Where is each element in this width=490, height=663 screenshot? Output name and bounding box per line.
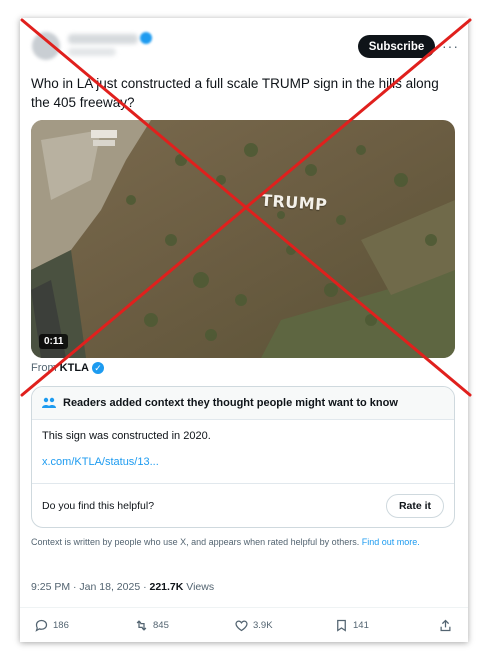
rate-it-button[interactable]: Rate it [386,494,444,518]
video-duration: 0:11 [39,334,69,349]
share-button[interactable] [438,618,453,633]
community-note-body: This sign was constructed in 2020. [42,430,211,442]
blurred-handle[interactable] [68,48,116,56]
people-icon [42,397,56,408]
bookmark-button[interactable]: 141 [334,618,369,633]
action-bar: 186 845 3.9K 141 [20,618,468,638]
tweet-card: Subscribe ··· Who in LA just constructed… [20,18,468,642]
from-prefix: From [31,362,57,374]
divider [20,607,468,608]
tweet-text: Who in LA just constructed a full scale … [31,76,439,110]
more-options-icon[interactable]: ··· [442,38,459,54]
reply-button[interactable]: 186 [34,618,69,633]
community-note: Readers added context they thought peopl… [31,386,455,528]
bookmark-count: 141 [353,620,369,631]
views-count: 221.7K [149,581,184,593]
bookmark-icon [337,619,346,632]
helpful-question: Do you find this helpful? [42,499,155,512]
aerial-hillside-image [31,120,455,358]
find-out-more-link[interactable]: Find out more. [362,537,420,547]
community-note-title: Readers added context they thought peopl… [63,397,398,409]
helpful-prompt: Do you find this helpful? Rate it [32,483,454,527]
disclaimer-text: Context is written by people who use X, … [31,537,360,547]
source-name-link[interactable]: KTLA [60,362,89,374]
share-icon [440,619,451,632]
reply-icon [35,619,48,632]
like-button[interactable]: 3.9K [234,618,273,633]
repost-icon [136,620,147,631]
video-player[interactable]: TRUMP 0:11 [31,120,455,358]
community-note-header: Readers added context they thought peopl… [32,387,454,420]
avatar[interactable] [32,32,60,60]
heart-icon [235,620,248,632]
post-timestamp[interactable]: 9:25 PM · Jan 18, 2025 · [31,581,149,593]
views-label: Views [183,581,215,593]
community-note-link[interactable]: x.com/KTLA/status/13... [42,456,444,468]
verified-icon [140,32,152,44]
repost-count: 845 [153,620,169,631]
blurred-display-name[interactable] [68,34,138,44]
reply-count: 186 [53,620,69,631]
like-count: 3.9K [253,620,273,631]
subscribe-button[interactable]: Subscribe [358,35,435,58]
media-source: From KTLA ✓ [31,362,104,374]
verified-badge-icon: ✓ [92,362,104,374]
post-meta: 9:25 PM · Jan 18, 2025 · 221.7K Views [31,581,214,593]
repost-button[interactable]: 845 [134,618,169,633]
note-disclaimer: Context is written by people who use X, … [31,536,451,548]
